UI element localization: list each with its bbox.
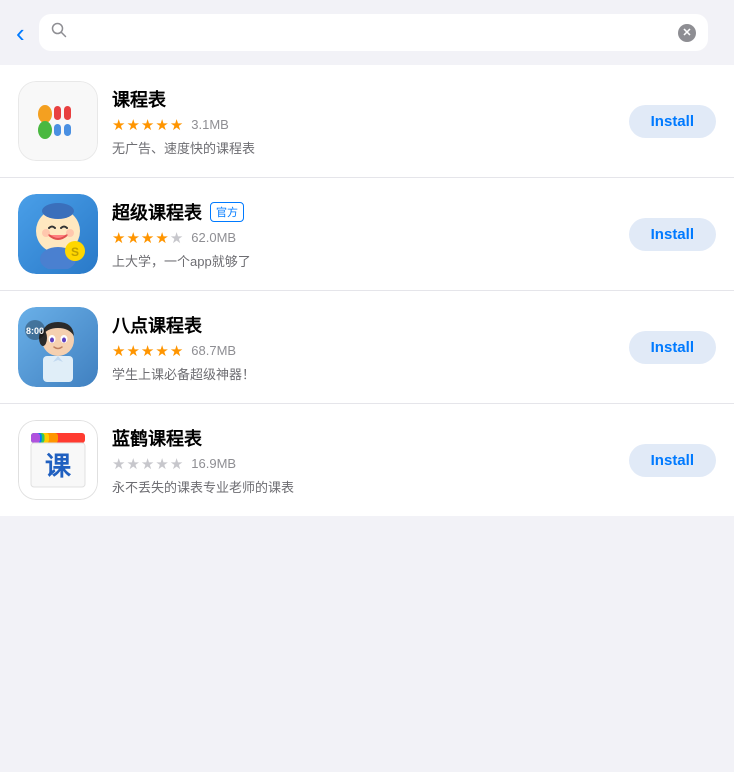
- star-rating: ★★★★★: [112, 116, 183, 134]
- rating-row: ★★★★★ 3.1MB: [112, 116, 615, 134]
- star-full: ★: [112, 229, 125, 247]
- app-icon-super: S: [18, 194, 98, 274]
- app-item: 课程表 ★★★★★ 3.1MB 无广告、速度快的课程表 Install: [0, 65, 734, 178]
- star-empty: ★: [112, 455, 125, 473]
- install-button[interactable]: Install: [629, 105, 716, 138]
- rating-row: ★★★★★ 62.0MB: [112, 229, 615, 247]
- star-full: ★: [112, 342, 125, 360]
- app-icon-lanhe: 课: [18, 420, 98, 500]
- app-info: 八点课程表 ★★★★★ 68.7MB 学生上课必备超级神器！: [112, 312, 615, 383]
- search-icon: [51, 22, 67, 43]
- star-empty: ★: [141, 455, 154, 473]
- file-size: 16.9MB: [191, 456, 236, 471]
- back-button[interactable]: ‹: [12, 20, 29, 46]
- app-item: 课 蓝鹤课程表 ★★★★★ 16.9MB 永不丢失的课表专业老师的课表 Inst…: [0, 404, 734, 516]
- star-full: ★: [170, 342, 183, 360]
- star-full: ★: [155, 229, 168, 247]
- app-description: 无广告、速度快的课程表: [112, 138, 615, 157]
- app-name-row: 超级课程表 官方: [112, 199, 615, 225]
- file-size: 3.1MB: [191, 117, 229, 132]
- star-full: ★: [141, 229, 154, 247]
- app-list: 课程表 ★★★★★ 3.1MB 无广告、速度快的课程表 Install: [0, 65, 734, 516]
- app-info: 蓝鹤课程表 ★★★★★ 16.9MB 永不丢失的课表专业老师的课表: [112, 425, 615, 496]
- clear-search-button[interactable]: ✕: [678, 24, 696, 42]
- app-name: 超级课程表: [112, 199, 202, 225]
- app-item: 8:00 八点课程表 ★★★★★ 68.7MB 学生上课必备超级神器！ Inst…: [0, 291, 734, 404]
- top-bar: ‹ ✕: [0, 0, 734, 65]
- rating-row: ★★★★★ 68.7MB: [112, 342, 615, 360]
- app-description: 上大学，一个app就够了: [112, 251, 615, 270]
- app-name-row: 八点课程表: [112, 312, 615, 338]
- app-name: 八点课程表: [112, 312, 202, 338]
- install-button[interactable]: Install: [629, 444, 716, 477]
- file-size: 68.7MB: [191, 343, 236, 358]
- star-rating: ★★★★★: [112, 342, 183, 360]
- install-button[interactable]: Install: [629, 218, 716, 251]
- app-name-row: 课程表: [112, 86, 615, 112]
- app-name: 蓝鹤课程表: [112, 425, 202, 451]
- app-info: 超级课程表 官方 ★★★★★ 62.0MB 上大学，一个app就够了: [112, 199, 615, 270]
- official-badge: 官方: [210, 202, 244, 222]
- app-icon-kechengbiao: [18, 81, 98, 161]
- star-full: ★: [126, 229, 139, 247]
- star-empty: ★: [170, 455, 183, 473]
- star-rating: ★★★★★: [112, 229, 183, 247]
- install-button[interactable]: Install: [629, 331, 716, 364]
- app-description: 学生上课必备超级神器！: [112, 364, 615, 383]
- star-empty: ★: [126, 455, 139, 473]
- svg-text:S: S: [71, 245, 79, 259]
- svg-text:课: 课: [45, 451, 72, 481]
- search-bar: ✕: [39, 14, 708, 51]
- app-icon-badian: 8:00: [18, 307, 98, 387]
- app-name: 课程表: [112, 86, 166, 112]
- app-name-row: 蓝鹤课程表: [112, 425, 615, 451]
- star-full: ★: [141, 116, 154, 134]
- star-full: ★: [141, 342, 154, 360]
- star-empty: ★: [155, 455, 168, 473]
- star-half: ★: [170, 116, 183, 134]
- app-item: S 超级课程表 官方 ★★★★★ 62.0MB 上大学，一个app就够了 Ins…: [0, 178, 734, 291]
- svg-text:8:00: 8:00: [26, 326, 44, 336]
- star-full: ★: [155, 116, 168, 134]
- app-description: 永不丢失的课表专业老师的课表: [112, 477, 615, 496]
- file-size: 62.0MB: [191, 230, 236, 245]
- star-full: ★: [126, 116, 139, 134]
- rating-row: ★★★★★ 16.9MB: [112, 455, 615, 473]
- star-full: ★: [112, 116, 125, 134]
- star-empty: ★: [170, 229, 183, 247]
- star-full: ★: [155, 342, 168, 360]
- star-rating: ★★★★★: [112, 455, 183, 473]
- app-info: 课程表 ★★★★★ 3.1MB 无广告、速度快的课程表: [112, 86, 615, 157]
- star-full: ★: [126, 342, 139, 360]
